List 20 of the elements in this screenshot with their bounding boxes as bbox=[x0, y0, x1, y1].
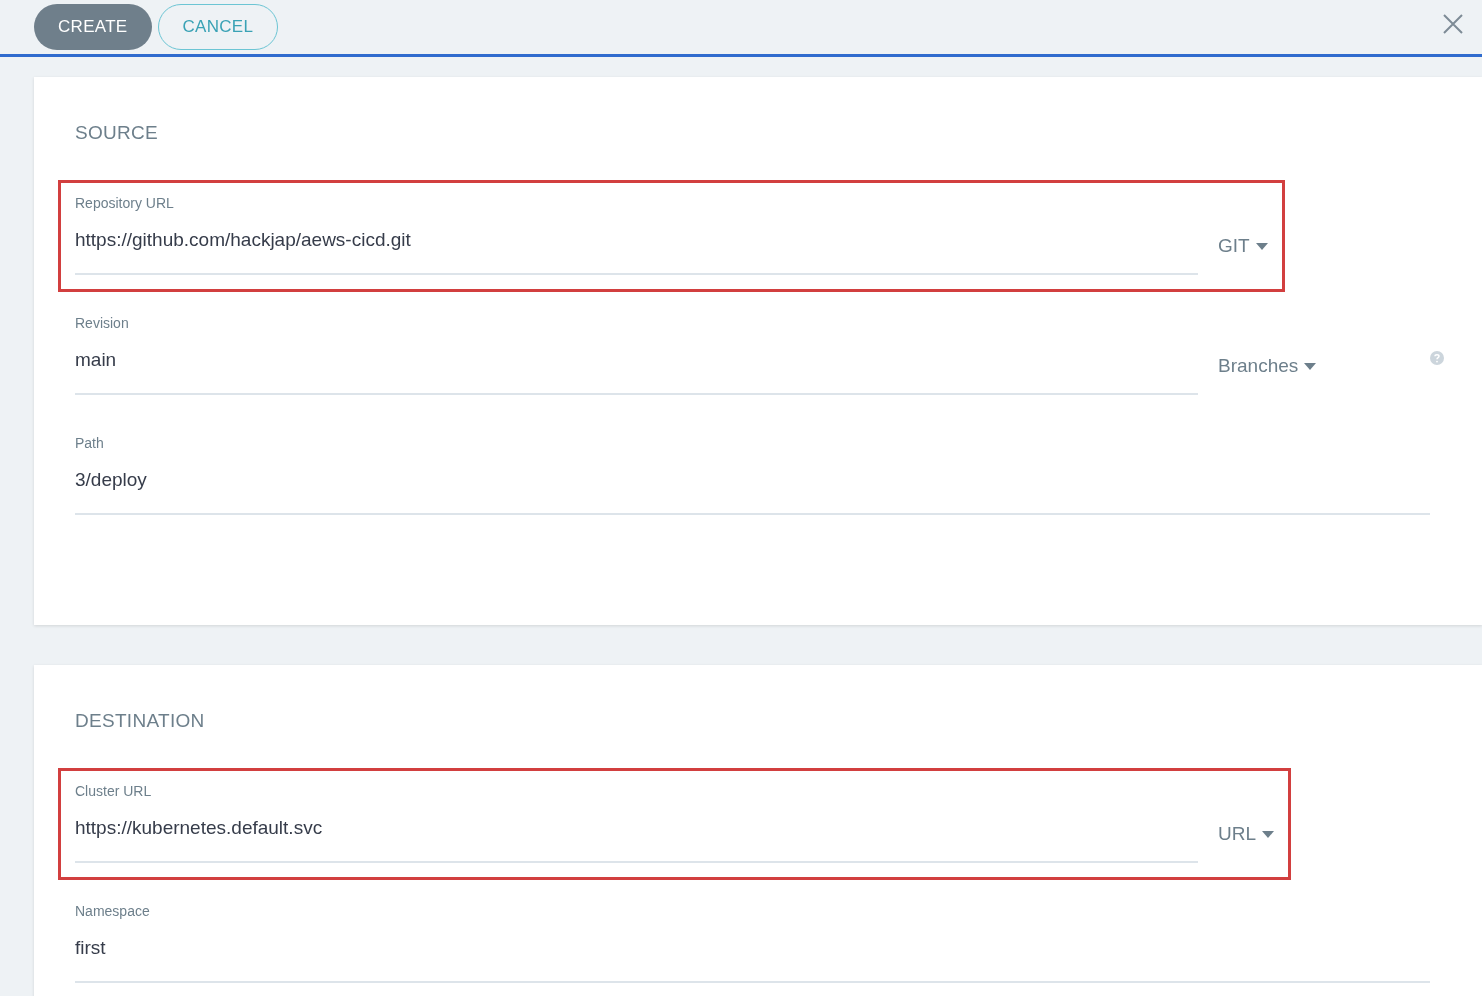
input-field[interactable]: https://kubernetes.default.svc bbox=[75, 803, 1198, 863]
create-button[interactable]: CREATE bbox=[34, 4, 152, 50]
type-dropdown[interactable]: Branches bbox=[1218, 355, 1317, 395]
close-icon[interactable] bbox=[1442, 13, 1464, 35]
field-label: Namespace bbox=[75, 903, 151, 921]
caret-icon bbox=[1255, 242, 1268, 250]
input-field[interactable]: https://github.com/hackjap/aews-cicd.git bbox=[75, 215, 1198, 275]
section-title: DESTINATION bbox=[75, 710, 206, 732]
caret-icon bbox=[1304, 362, 1317, 370]
input-field[interactable]: main bbox=[75, 335, 1198, 395]
type-dropdown[interactable]: URL bbox=[1218, 823, 1274, 863]
field-label: Path bbox=[75, 435, 105, 453]
section-title: SOURCE bbox=[75, 122, 160, 144]
caret-icon bbox=[1262, 830, 1274, 838]
type-dropdown[interactable]: GIT bbox=[1218, 235, 1268, 275]
input-field[interactable]: first bbox=[75, 923, 1430, 983]
field-label: Repository URL bbox=[75, 195, 175, 213]
field-label: Cluster URL bbox=[75, 783, 153, 801]
input-field[interactable]: 3/deploy bbox=[75, 455, 1430, 515]
field-label: Revision bbox=[75, 315, 130, 333]
